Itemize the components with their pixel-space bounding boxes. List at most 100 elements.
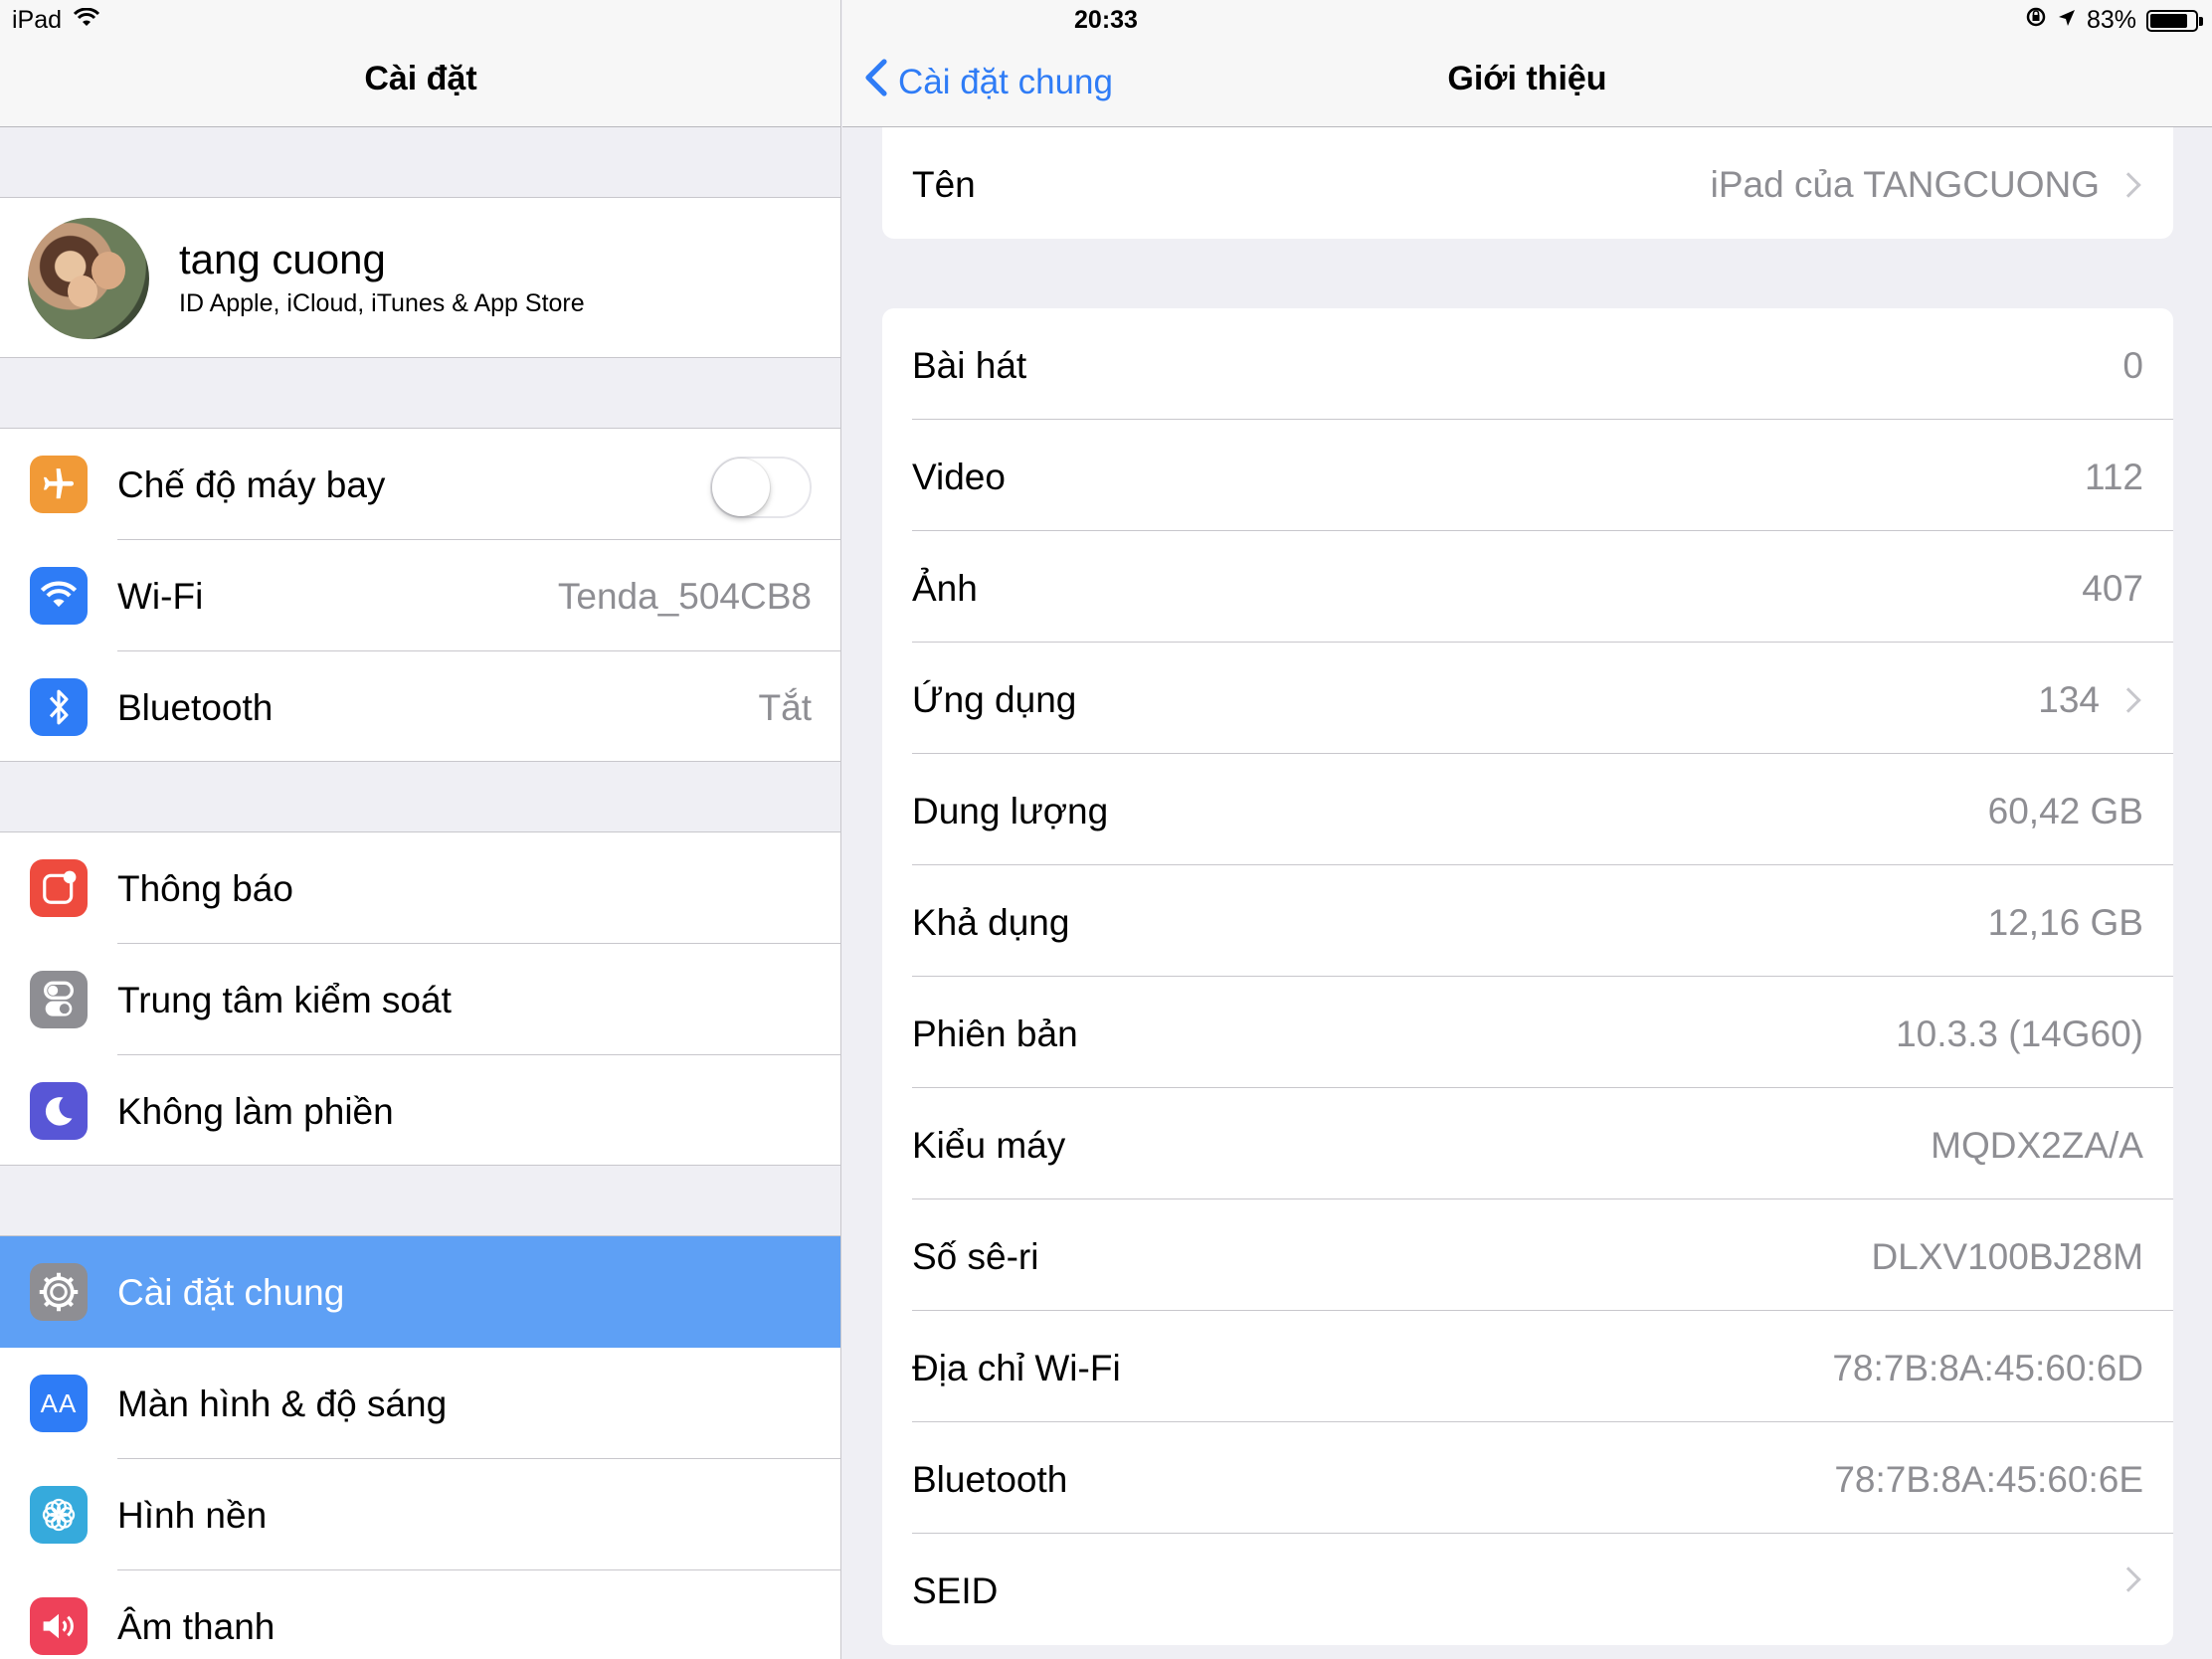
- row-value-wrap: 78:7B:8A:45:60:6D: [1832, 1348, 2143, 1389]
- row-value-wrap: MQDX2ZA/A: [1931, 1125, 2143, 1167]
- moon-icon: [30, 1082, 88, 1140]
- status-right: 83%: [2025, 6, 2203, 35]
- general-group: Cài đặt chung AA Màn hình & độ sáng Hình…: [0, 1235, 840, 1659]
- row-label: Ứng dụng: [912, 679, 1077, 720]
- profile-subtitle: ID Apple, iCloud, iTunes & App Store: [179, 289, 585, 317]
- sidebar-item-label: Hình nền: [117, 1495, 268, 1536]
- row-label: Dung lượng: [912, 791, 1109, 831]
- control-center-icon: [30, 971, 88, 1028]
- chevron-right-icon: [2116, 1567, 2141, 1592]
- row-value: 10.3.3 (14G60): [1896, 1014, 2143, 1054]
- row-label: Bluetooth: [912, 1459, 1068, 1500]
- sidebar-item-general[interactable]: Cài đặt chung: [0, 1236, 840, 1348]
- row-label: Khả dụng: [912, 902, 1070, 943]
- row-label: Video: [912, 457, 1006, 497]
- airplane-mode-toggle[interactable]: [710, 457, 812, 518]
- row-value-wrap: 112: [2085, 457, 2143, 498]
- row-value: 12,16 GB: [1987, 902, 2143, 943]
- sidebar-item-bluetooth[interactable]: Bluetooth Tắt: [0, 651, 840, 763]
- sound-icon: [30, 1597, 88, 1655]
- name-row[interactable]: Tên iPad của TANGCUONG: [882, 127, 2173, 239]
- info-row: Kiểu máy MQDX2ZA/A: [882, 1088, 2173, 1199]
- detail-title: Giới thiệu: [1447, 60, 1607, 97]
- notifications-icon: [30, 859, 88, 917]
- sidebar-item-label: Cài đặt chung: [117, 1272, 345, 1313]
- info-row: Bài hát 0: [882, 308, 2173, 420]
- row-label: Địa chỉ Wi-Fi: [912, 1348, 1121, 1388]
- wifi-icon: [30, 567, 88, 625]
- row-value: 407: [2082, 568, 2143, 609]
- info-row: Phiên bản 10.3.3 (14G60): [882, 977, 2173, 1088]
- info-row: Số sê-ri DLXV100BJ28M: [882, 1199, 2173, 1311]
- bluetooth-icon: [30, 678, 88, 736]
- info-row: Khả dụng 12,16 GB: [882, 865, 2173, 977]
- row-value-wrap: DLXV100BJ28M: [1871, 1236, 2143, 1278]
- info-card: Bài hát 0 Video 112 Ảnh 407 Ứng dụng 134 Dung lư…: [882, 308, 2173, 1645]
- sidebar-item-do-not-disturb[interactable]: Không làm phiền: [0, 1055, 840, 1167]
- sidebar-item-airplane-mode[interactable]: Chế độ máy bay: [0, 429, 840, 540]
- row-label: Kiểu máy: [912, 1125, 1066, 1166]
- sidebar-item-label: Không làm phiền: [117, 1091, 394, 1132]
- wifi-network-value: Tenda_504CB8: [557, 576, 812, 617]
- airplane-icon: [30, 456, 88, 513]
- name-card: Tên iPad của TANGCUONG: [882, 127, 2173, 239]
- rotation-lock-icon: [2025, 6, 2047, 35]
- row-value: DLXV100BJ28M: [1871, 1236, 2143, 1277]
- sidebar-item-label: Thông báo: [117, 868, 293, 909]
- chevron-right-icon: [2116, 172, 2141, 198]
- row-value-wrap: 134: [2038, 679, 2143, 721]
- sidebar-item-label: Trung tâm kiểm soát: [117, 980, 452, 1020]
- battery-percent: 83%: [2086, 6, 2136, 34]
- row-value: 0: [2122, 345, 2143, 386]
- row-value: 60,42 GB: [1987, 791, 2143, 831]
- gear-icon: [30, 1263, 88, 1321]
- avatar: [28, 218, 149, 339]
- row-label: Phiên bản: [912, 1014, 1078, 1054]
- bluetooth-status-value: Tắt: [758, 687, 812, 728]
- row-label: SEID: [912, 1570, 999, 1611]
- row-value-wrap: 78:7B:8A:45:60:6E: [1834, 1459, 2143, 1501]
- battery-icon: [2146, 9, 2203, 32]
- device-name-value: iPad của TANGCUONG: [1710, 164, 2100, 205]
- sidebar-item-label: Bluetooth: [117, 687, 274, 728]
- sidebar-title: Cài đặt: [364, 60, 477, 97]
- row-value: MQDX2ZA/A: [1931, 1125, 2143, 1166]
- profile-name: tang cuong: [179, 236, 386, 282]
- chevron-right-icon: [2116, 687, 2141, 713]
- notifications-group: Thông báo Trung tâm kiểm soát Không làm …: [0, 831, 840, 1167]
- apple-id-profile[interactable]: tang cuong ID Apple, iCloud, iTunes & Ap…: [0, 197, 840, 358]
- info-row: Video 112: [882, 420, 2173, 531]
- sidebar-item-notifications[interactable]: Thông báo: [0, 832, 840, 944]
- row-value-wrap: 60,42 GB: [1988, 791, 2143, 832]
- sidebar-item-label: Chế độ máy bay: [117, 464, 386, 505]
- sidebar-item-control-center[interactable]: Trung tâm kiểm soát: [0, 944, 840, 1055]
- sidebar-item-wallpaper[interactable]: Hình nền: [0, 1459, 840, 1570]
- row-value: 78:7B:8A:45:60:6E: [1834, 1459, 2143, 1500]
- sidebar-item-display-brightness[interactable]: AA Màn hình & độ sáng: [0, 1348, 840, 1459]
- row-label: Số sê-ri: [912, 1236, 1039, 1277]
- row-value: 134: [2038, 679, 2100, 720]
- info-row: Địa chỉ Wi-Fi 78:7B:8A:45:60:6D: [882, 1311, 2173, 1422]
- connectivity-group: Chế độ máy bay Wi-Fi Tenda_504CB8 Blueto…: [0, 428, 840, 763]
- row-label: Tên: [912, 164, 976, 205]
- info-row[interactable]: Ứng dụng 134: [882, 643, 2173, 754]
- status-time: 20:33: [1074, 6, 1138, 34]
- info-row: Ảnh 407: [882, 531, 2173, 643]
- info-row: Bluetooth 78:7B:8A:45:60:6E: [882, 1422, 2173, 1534]
- row-value: 112: [2085, 457, 2143, 497]
- wallpaper-icon: [30, 1486, 88, 1544]
- sidebar-item-sounds[interactable]: Âm thanh: [0, 1570, 840, 1659]
- sidebar-item-wifi[interactable]: Wi-Fi Tenda_504CB8: [0, 540, 840, 651]
- row-value-wrap: 0: [2122, 345, 2143, 387]
- row-value-wrap: 407: [2082, 568, 2143, 610]
- row-label: Bài hát: [912, 345, 1027, 386]
- status-bar: iPad 20:33 83%: [0, 0, 2212, 42]
- row-value-wrap: 12,16 GB: [1988, 902, 2143, 944]
- row-value-wrap: [2100, 1567, 2143, 1592]
- display-icon: AA: [30, 1375, 88, 1432]
- row-value-wrap: 10.3.3 (14G60): [1896, 1014, 2143, 1055]
- row-value: iPad của TANGCUONG: [1711, 164, 2143, 206]
- info-row[interactable]: SEID: [882, 1534, 2173, 1645]
- sidebar-item-label: Wi-Fi: [117, 576, 204, 617]
- info-row: Dung lượng 60,42 GB: [882, 754, 2173, 865]
